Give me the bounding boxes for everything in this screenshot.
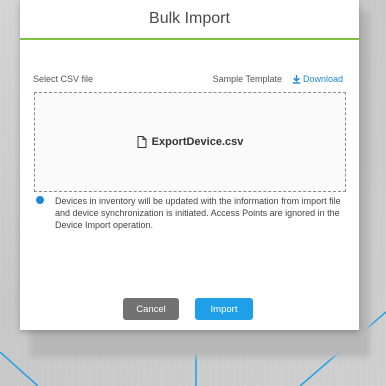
cancel-button[interactable]: Cancel [123,298,179,320]
info-message: Devices in inventory will be updated wit… [55,196,341,230]
download-label: Download [302,74,343,84]
file-icon [137,136,147,148]
template-row: Sample Template Download [213,74,343,84]
bulk-import-dialog: Bulk Import Select CSV file Sample Templ… [20,0,359,330]
download-link[interactable]: Download [292,74,343,84]
select-csv-label: Select CSV file [33,74,94,84]
sample-template-label: Sample Template [212,74,282,84]
selected-file-name: ExportDevice.csv [151,136,244,148]
info-icon [36,196,44,204]
import-button[interactable]: Import [195,298,253,320]
download-icon [292,74,301,84]
dialog-title: Bulk Import [149,10,230,27]
dialog-header: Bulk Import [20,0,359,38]
file-dropzone[interactable]: ExportDevice.csv [34,92,346,192]
header-divider [20,38,359,40]
